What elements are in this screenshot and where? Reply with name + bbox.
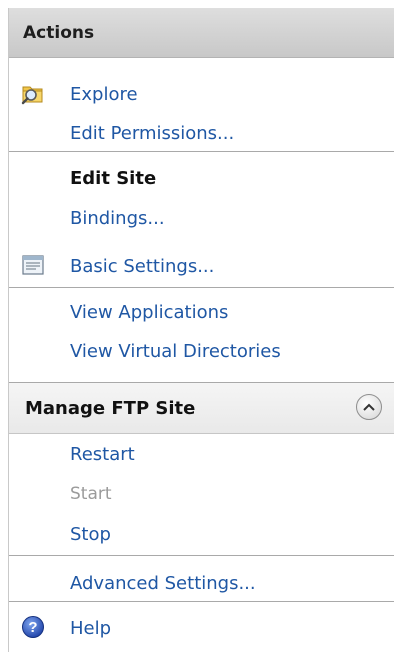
separator (9, 555, 394, 556)
basic-settings-link[interactable]: Basic Settings... (9, 248, 394, 286)
advanced-settings-link[interactable]: Advanced Settings... (9, 565, 394, 603)
settings-window-icon (21, 253, 45, 277)
actions-header: Actions (9, 8, 394, 58)
advanced-settings-label: Advanced Settings... (70, 573, 256, 594)
bindings-link[interactable]: Bindings... (9, 200, 394, 238)
separator (9, 287, 394, 288)
explore-link[interactable]: Explore (9, 76, 394, 114)
bindings-label: Bindings... (70, 208, 165, 229)
actions-pane: Actions Explore Edit Permissions... Edit… (8, 8, 394, 652)
help-link[interactable]: ? Help (9, 610, 394, 648)
explore-label: Explore (70, 84, 138, 105)
view-virtual-directories-label: View Virtual Directories (70, 341, 281, 362)
view-applications-link[interactable]: View Applications (9, 294, 394, 332)
chevron-up-icon (363, 403, 375, 411)
separator (9, 601, 394, 602)
start-link: Start (9, 476, 394, 514)
start-label: Start (70, 484, 112, 504)
view-virtual-directories-link[interactable]: View Virtual Directories (9, 333, 394, 371)
separator (9, 151, 394, 152)
view-applications-label: View Applications (70, 302, 229, 323)
stop-label: Stop (70, 524, 111, 545)
actions-title: Actions (23, 23, 95, 43)
edit-site-title: Edit Site (70, 168, 157, 189)
collapse-button[interactable] (356, 394, 382, 420)
edit-permissions-link[interactable]: Edit Permissions... (9, 115, 394, 153)
svg-text:?: ? (28, 619, 37, 636)
manage-ftp-site-title: Manage FTP Site (25, 398, 196, 419)
explore-folder-icon (21, 81, 45, 105)
basic-settings-label: Basic Settings... (70, 256, 215, 277)
restart-label: Restart (70, 444, 135, 465)
stop-link[interactable]: Stop (9, 516, 394, 554)
edit-permissions-label: Edit Permissions... (70, 123, 235, 144)
help-icon: ? (21, 615, 45, 639)
help-label: Help (70, 618, 112, 639)
restart-link[interactable]: Restart (9, 436, 394, 474)
manage-ftp-site-header: Manage FTP Site (9, 382, 394, 434)
